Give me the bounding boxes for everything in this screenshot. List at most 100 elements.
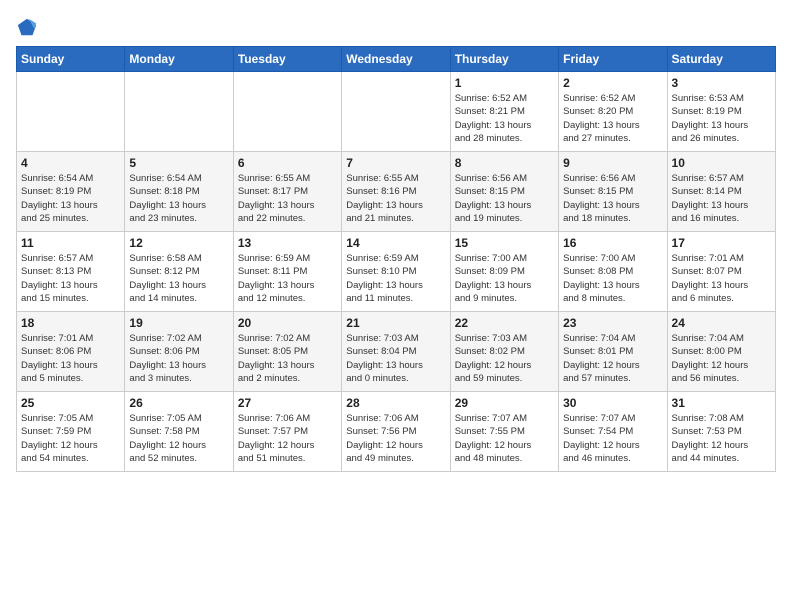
day-header-thursday: Thursday xyxy=(450,47,558,72)
calendar-cell: 3 Sunrise: 6:53 AM Sunset: 8:19 PM Daylig… xyxy=(667,72,775,152)
day-number: 5 xyxy=(129,156,228,170)
day-number: 25 xyxy=(21,396,120,410)
day-info: Sunrise: 7:07 AM Sunset: 7:55 PM Dayligh… xyxy=(455,412,554,465)
week-row-4: 18 Sunrise: 7:01 AM Sunset: 8:06 PM Dayli… xyxy=(17,312,776,392)
week-row-2: 4 Sunrise: 6:54 AM Sunset: 8:19 PM Daylig… xyxy=(17,152,776,232)
day-number: 4 xyxy=(21,156,120,170)
calendar-cell: 10 Sunrise: 6:57 AM Sunset: 8:14 PM Dayli… xyxy=(667,152,775,232)
day-number: 11 xyxy=(21,236,120,250)
day-header-wednesday: Wednesday xyxy=(342,47,450,72)
logo-icon xyxy=(16,16,38,38)
day-number: 20 xyxy=(238,316,337,330)
day-header-tuesday: Tuesday xyxy=(233,47,341,72)
calendar-cell: 22 Sunrise: 7:03 AM Sunset: 8:02 PM Dayli… xyxy=(450,312,558,392)
day-number: 22 xyxy=(455,316,554,330)
day-info: Sunrise: 6:59 AM Sunset: 8:11 PM Dayligh… xyxy=(238,252,337,305)
calendar-cell: 4 Sunrise: 6:54 AM Sunset: 8:19 PM Daylig… xyxy=(17,152,125,232)
day-info: Sunrise: 6:58 AM Sunset: 8:12 PM Dayligh… xyxy=(129,252,228,305)
day-number: 2 xyxy=(563,76,662,90)
week-row-1: 1Sunrise: 6:52 AM Sunset: 8:21 PM Daylig… xyxy=(17,72,776,152)
calendar-cell: 8 Sunrise: 6:56 AM Sunset: 8:15 PM Daylig… xyxy=(450,152,558,232)
day-info: Sunrise: 7:04 AM Sunset: 8:00 PM Dayligh… xyxy=(672,332,771,385)
day-info: Sunrise: 7:00 AM Sunset: 8:09 PM Dayligh… xyxy=(455,252,554,305)
week-row-3: 11 Sunrise: 6:57 AM Sunset: 8:13 PM Dayli… xyxy=(17,232,776,312)
day-info: Sunrise: 7:06 AM Sunset: 7:57 PM Dayligh… xyxy=(238,412,337,465)
day-number: 21 xyxy=(346,316,445,330)
day-number: 14 xyxy=(346,236,445,250)
day-number: 30 xyxy=(563,396,662,410)
day-number: 15 xyxy=(455,236,554,250)
calendar-cell: 13 Sunrise: 6:59 AM Sunset: 8:11 PM Dayli… xyxy=(233,232,341,312)
calendar-cell: 30Sunrise: 7:07 AM Sunset: 7:54 PM Dayli… xyxy=(559,392,667,472)
calendar-cell: 11 Sunrise: 6:57 AM Sunset: 8:13 PM Dayli… xyxy=(17,232,125,312)
day-info: Sunrise: 6:54 AM Sunset: 8:18 PM Dayligh… xyxy=(129,172,228,225)
day-number: 9 xyxy=(563,156,662,170)
calendar-cell: 7 Sunrise: 6:55 AM Sunset: 8:16 PM Daylig… xyxy=(342,152,450,232)
day-number: 3 xyxy=(672,76,771,90)
day-info: Sunrise: 7:05 AM Sunset: 7:59 PM Dayligh… xyxy=(21,412,120,465)
day-number: 23 xyxy=(563,316,662,330)
day-number: 28 xyxy=(346,396,445,410)
day-info: Sunrise: 6:55 AM Sunset: 8:17 PM Dayligh… xyxy=(238,172,337,225)
day-number: 6 xyxy=(238,156,337,170)
day-number: 27 xyxy=(238,396,337,410)
day-info: Sunrise: 6:57 AM Sunset: 8:13 PM Dayligh… xyxy=(21,252,120,305)
day-info: Sunrise: 7:00 AM Sunset: 8:08 PM Dayligh… xyxy=(563,252,662,305)
day-info: Sunrise: 6:52 AM Sunset: 8:20 PM Dayligh… xyxy=(563,92,662,145)
day-info: Sunrise: 7:02 AM Sunset: 8:05 PM Dayligh… xyxy=(238,332,337,385)
day-header-friday: Friday xyxy=(559,47,667,72)
calendar-cell: 26 Sunrise: 7:05 AM Sunset: 7:58 PM Dayli… xyxy=(125,392,233,472)
calendar-cell: 19 Sunrise: 7:02 AM Sunset: 8:06 PM Dayli… xyxy=(125,312,233,392)
day-number: 19 xyxy=(129,316,228,330)
calendar-cell: 29 Sunrise: 7:07 AM Sunset: 7:55 PM Dayli… xyxy=(450,392,558,472)
calendar-cell: 5 Sunrise: 6:54 AM Sunset: 8:18 PM Daylig… xyxy=(125,152,233,232)
calendar-cell: 24 Sunrise: 7:04 AM Sunset: 8:00 PM Dayli… xyxy=(667,312,775,392)
day-info: Sunrise: 7:08 AM Sunset: 7:53 PM Dayligh… xyxy=(672,412,771,465)
calendar-cell xyxy=(17,72,125,152)
calendar-cell: 20 Sunrise: 7:02 AM Sunset: 8:05 PM Dayli… xyxy=(233,312,341,392)
day-info: Sunrise: 6:55 AM Sunset: 8:16 PM Dayligh… xyxy=(346,172,445,225)
calendar-cell xyxy=(342,72,450,152)
day-number: 1 xyxy=(455,76,554,90)
calendar-cell: 14 Sunrise: 6:59 AM Sunset: 8:10 PM Dayli… xyxy=(342,232,450,312)
day-number: 7 xyxy=(346,156,445,170)
day-number: 24 xyxy=(672,316,771,330)
calendar-cell: 1Sunrise: 6:52 AM Sunset: 8:21 PM Daylig… xyxy=(450,72,558,152)
calendar: SundayMondayTuesdayWednesdayThursdayFrid… xyxy=(16,46,776,472)
day-info: Sunrise: 6:53 AM Sunset: 8:19 PM Dayligh… xyxy=(672,92,771,145)
day-header-saturday: Saturday xyxy=(667,47,775,72)
day-info: Sunrise: 6:54 AM Sunset: 8:19 PM Dayligh… xyxy=(21,172,120,225)
calendar-cell: 28 Sunrise: 7:06 AM Sunset: 7:56 PM Dayli… xyxy=(342,392,450,472)
calendar-header-row: SundayMondayTuesdayWednesdayThursdayFrid… xyxy=(17,47,776,72)
day-info: Sunrise: 7:05 AM Sunset: 7:58 PM Dayligh… xyxy=(129,412,228,465)
day-header-monday: Monday xyxy=(125,47,233,72)
logo xyxy=(16,16,40,38)
day-number: 16 xyxy=(563,236,662,250)
day-number: 12 xyxy=(129,236,228,250)
day-number: 13 xyxy=(238,236,337,250)
day-info: Sunrise: 7:03 AM Sunset: 8:02 PM Dayligh… xyxy=(455,332,554,385)
day-number: 26 xyxy=(129,396,228,410)
day-info: Sunrise: 7:02 AM Sunset: 8:06 PM Dayligh… xyxy=(129,332,228,385)
day-info: Sunrise: 7:01 AM Sunset: 8:06 PM Dayligh… xyxy=(21,332,120,385)
calendar-cell: 25 Sunrise: 7:05 AM Sunset: 7:59 PM Dayli… xyxy=(17,392,125,472)
day-number: 18 xyxy=(21,316,120,330)
day-info: Sunrise: 7:06 AM Sunset: 7:56 PM Dayligh… xyxy=(346,412,445,465)
calendar-cell: 12 Sunrise: 6:58 AM Sunset: 8:12 PM Dayli… xyxy=(125,232,233,312)
day-info: Sunrise: 6:59 AM Sunset: 8:10 PM Dayligh… xyxy=(346,252,445,305)
calendar-cell: 23 Sunrise: 7:04 AM Sunset: 8:01 PM Dayli… xyxy=(559,312,667,392)
day-number: 29 xyxy=(455,396,554,410)
day-number: 10 xyxy=(672,156,771,170)
day-info: Sunrise: 6:56 AM Sunset: 8:15 PM Dayligh… xyxy=(455,172,554,225)
day-info: Sunrise: 7:04 AM Sunset: 8:01 PM Dayligh… xyxy=(563,332,662,385)
calendar-cell: 6 Sunrise: 6:55 AM Sunset: 8:17 PM Daylig… xyxy=(233,152,341,232)
header xyxy=(16,16,776,38)
day-info: Sunrise: 7:03 AM Sunset: 8:04 PM Dayligh… xyxy=(346,332,445,385)
calendar-cell: 2 Sunrise: 6:52 AM Sunset: 8:20 PM Daylig… xyxy=(559,72,667,152)
day-number: 17 xyxy=(672,236,771,250)
day-number: 8 xyxy=(455,156,554,170)
calendar-cell: 9Sunrise: 6:56 AM Sunset: 8:15 PM Daylig… xyxy=(559,152,667,232)
calendar-cell: 18 Sunrise: 7:01 AM Sunset: 8:06 PM Dayli… xyxy=(17,312,125,392)
calendar-cell: 31Sunrise: 7:08 AM Sunset: 7:53 PM Dayli… xyxy=(667,392,775,472)
day-info: Sunrise: 6:57 AM Sunset: 8:14 PM Dayligh… xyxy=(672,172,771,225)
